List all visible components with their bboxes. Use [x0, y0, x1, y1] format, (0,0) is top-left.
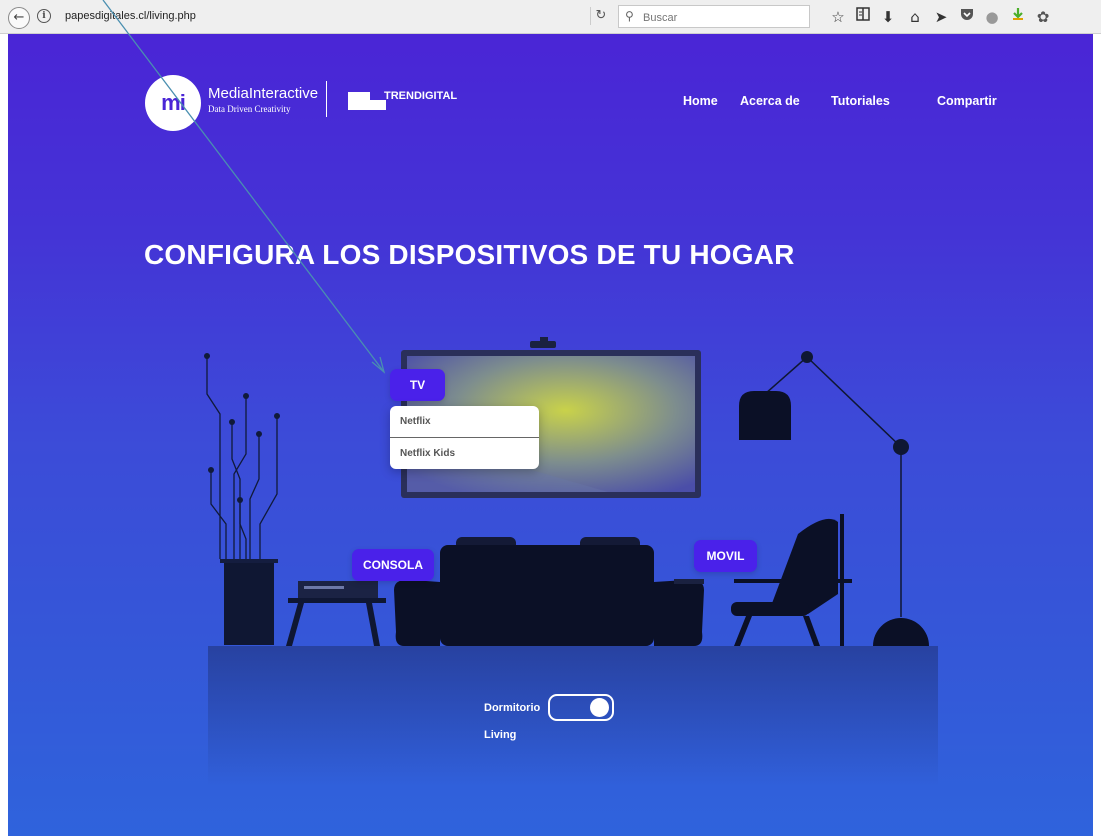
annotation-arrow	[102, 0, 386, 374]
